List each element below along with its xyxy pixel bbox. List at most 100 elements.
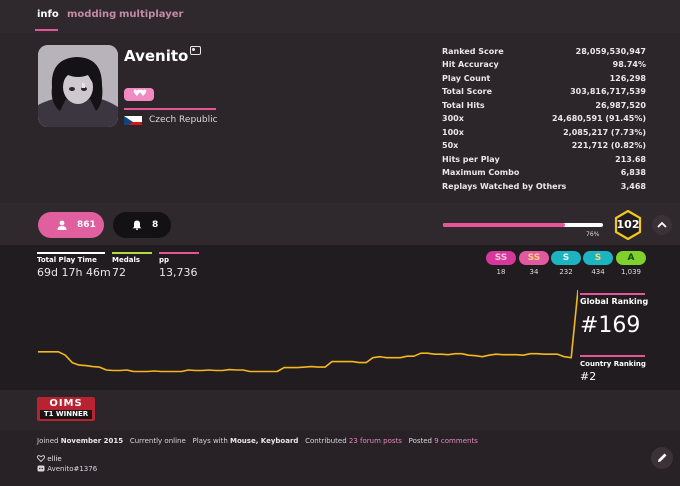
collapse-button[interactable] (652, 215, 672, 235)
profile-info-line: Joined November 2015 Currently online Pl… (37, 437, 478, 445)
grade-ssh: SS (486, 251, 516, 265)
rank-history-chart[interactable] (30, 288, 578, 376)
chevron-up-icon (657, 221, 667, 228)
global-ranking-underline (580, 293, 645, 295)
rank-history-line (38, 289, 578, 373)
title-divider (124, 108, 216, 110)
badge-subtitle: T1 WINNER (40, 410, 92, 419)
pp-value: 13,736 (159, 266, 198, 279)
global-ranking-label: Global Ranking (580, 297, 649, 306)
level-progress-fill (443, 223, 565, 227)
level-value: 102 (616, 218, 640, 231)
playtime-value: 69d 17h 46m (37, 266, 111, 279)
grade-sh-badge: S (551, 251, 581, 265)
mapping-subscriber-count: 8 (152, 220, 159, 230)
country-ranking-value: #2 (580, 370, 597, 383)
grade-s-badge: S (583, 251, 613, 265)
followers-button[interactable]: 861 (38, 212, 104, 238)
pp-underline (159, 252, 199, 254)
tournament-badge[interactable]: OIMS T1 WINNER (37, 397, 95, 421)
stat-value: 24,680,591 (91.45%) (551, 114, 646, 123)
level-progress-label: 76% (586, 231, 600, 238)
tab-bar: info modding multiplayer (0, 0, 680, 33)
grade-s: S (583, 251, 613, 265)
discord-value: Avenito#1376 (47, 465, 98, 473)
stat-label: Ranked Score (442, 47, 504, 56)
level-progress-bar (443, 223, 603, 227)
stat-label: 50x (442, 141, 459, 150)
stat-value: 26,987,520 (595, 101, 646, 110)
country-ranking-underline (580, 355, 645, 357)
comments-link[interactable]: 9 comments (434, 437, 478, 445)
stat-value: 303,816,717,539 (570, 87, 646, 96)
grade-s-count: 434 (591, 268, 605, 276)
stat-label: 300x (442, 114, 464, 123)
posted-prefix: Posted (408, 437, 433, 445)
badge-title: OIMS (49, 398, 83, 409)
avatar (38, 45, 118, 127)
stat-label: Play Count (442, 74, 491, 83)
level-badge: 102 (613, 209, 643, 241)
stat-label: Replays Watched by Others (442, 182, 567, 191)
bell-icon (132, 220, 142, 230)
stat-label: Hits per Play (442, 155, 500, 164)
forum-posts-link[interactable]: 23 forum posts (349, 437, 402, 445)
country-ranking-label: Country Ranking (580, 360, 646, 368)
medals-underline (112, 252, 152, 254)
stat-value: 126,298 (609, 74, 646, 83)
heart-outline-icon (36, 455, 46, 463)
stat-value: 221,712 (0.82%) (571, 141, 646, 150)
stat-label: Hit Accuracy (442, 60, 499, 69)
stat-label: Total Hits (442, 101, 485, 110)
username: Avenito (124, 47, 189, 65)
country-flag[interactable] (124, 113, 142, 125)
tab-modding[interactable]: modding (67, 9, 116, 20)
joined-prefix: Joined (37, 437, 59, 445)
country-name[interactable]: Czech Republic (149, 115, 218, 125)
global-ranking-value: #169 (580, 313, 641, 338)
grade-ss-badge: SS (519, 251, 549, 265)
stat-value: 98.74% (612, 60, 646, 69)
grade-ssh-badge: SS (486, 251, 516, 265)
stat-label: Maximum Combo (442, 168, 520, 177)
grade-ssh-count: 18 (496, 268, 506, 276)
grade-a-count: 1,039 (620, 268, 642, 276)
stat-value: 213.68 (615, 155, 646, 164)
badges-section (0, 390, 680, 430)
tab-multiplayer[interactable]: multiplayer (119, 9, 183, 20)
stat-label: Total Score (442, 87, 493, 96)
playtime-label: Total Play Time (37, 256, 97, 264)
grade-ss: SS (519, 251, 549, 265)
contributed-prefix: Contributed (305, 437, 347, 445)
stat-value: 6,838 (620, 168, 646, 177)
user-icon (57, 220, 67, 230)
joined-date: November 2015 (60, 437, 124, 445)
supporter-tag: ♥♥ (124, 88, 154, 101)
plays-with-value: Mouse, Keyboard (230, 437, 299, 445)
interests-value: ellie (47, 455, 62, 463)
active-tab-indicator (35, 29, 58, 31)
grade-ss-count: 34 (529, 268, 539, 276)
grade-a: A (616, 251, 646, 265)
grade-sh: S (551, 251, 581, 265)
edit-profile-button[interactable] (651, 447, 673, 469)
stat-label: 100x (442, 128, 464, 137)
discord-icon (37, 465, 45, 472)
stat-value: 3,468 (620, 182, 646, 191)
online-status: Currently online (129, 437, 186, 445)
profile-card-icon[interactable] (190, 46, 201, 55)
mapping-subscribe-button[interactable]: 8 (113, 212, 171, 238)
plays-with-prefix: Plays with (192, 437, 228, 445)
pp-label: pp (159, 256, 170, 264)
interests-row: ellie (36, 455, 62, 463)
pencil-icon (658, 453, 667, 462)
tab-info[interactable]: info (37, 9, 59, 20)
playtime-underline (37, 252, 105, 254)
stat-value: 28,059,530,947 (575, 47, 646, 56)
grade-sh-count: 232 (559, 268, 573, 276)
grade-a-badge: A (616, 251, 646, 265)
medals-value: 72 (112, 266, 126, 279)
discord-row: Avenito#1376 (37, 465, 97, 473)
stat-value: 2,085,217 (7.73%) (563, 128, 646, 137)
followers-count: 861 (77, 220, 96, 230)
